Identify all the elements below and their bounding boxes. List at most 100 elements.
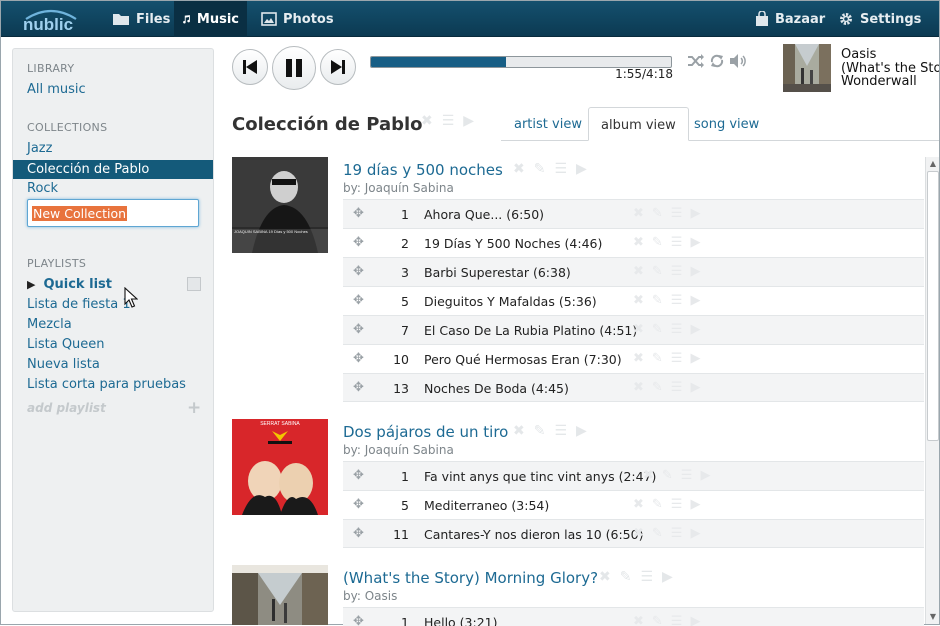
track-row[interactable]: ✥ 1 Hello (3:21) ✖✎☰▶ [343, 607, 924, 626]
collection-item-rock[interactable]: Rock [27, 181, 58, 196]
drag-handle-icon[interactable]: ✥ [353, 293, 364, 308]
track-number: 2 [401, 236, 409, 251]
nav-files-label: Files [136, 11, 171, 27]
track-number: 5 [401, 294, 409, 309]
progress-fill [371, 57, 506, 67]
nav-files[interactable]: Files [104, 1, 178, 37]
track-name[interactable]: Cantares-Y nos dieron las 10 (6:50) [424, 527, 643, 542]
add-playlist-plus-icon[interactable]: + [187, 398, 201, 418]
album-artist[interactable]: by: Oasis [343, 589, 397, 603]
playback-time: 1:55/4:18 [615, 67, 673, 81]
shuffle-icon[interactable] [687, 53, 705, 69]
track-name[interactable]: Noches De Boda (4:45) [424, 381, 569, 396]
skip-forward-icon [331, 60, 345, 74]
track-row[interactable]: ✥ 1 Ahora Que... (6:50) ✖✎☰▶ [343, 199, 924, 228]
drag-handle-icon[interactable]: ✥ [353, 526, 364, 541]
track-name[interactable]: Ahora Que... (6:50) [424, 207, 544, 222]
scroll-down-arrow-icon[interactable]: ▼ [928, 612, 938, 622]
vertical-scrollbar[interactable]: ▲ ▼ [925, 157, 939, 624]
track-row[interactable]: ✥ 5 Dieguitos Y Mafaldas (5:36) ✖✎☰▶ [343, 286, 924, 315]
track-name[interactable]: 19 Días Y 500 Noches (4:46) [424, 236, 602, 251]
drag-handle-icon[interactable]: ✥ [353, 264, 364, 279]
playlist-item[interactable]: Lista de fiesta 1 [27, 297, 131, 312]
track-row[interactable]: ✥ 1 Fa vint anys que tinc vint anys (2:4… [343, 461, 924, 490]
now-playing-song: Wonderwall [841, 74, 917, 89]
play-icon: ▶ [27, 278, 36, 291]
track-row[interactable]: ✥ 10 Pero Qué Hermosas Eran (7:30) ✖✎☰▶ [343, 344, 924, 373]
nublic-logo[interactable]: nublic [20, 5, 82, 33]
folder-icon [113, 14, 129, 25]
track-number: 1 [401, 207, 409, 222]
track-name[interactable]: Barbi Superestar (6:38) [424, 265, 571, 280]
nav-settings-label: Settings [860, 11, 922, 27]
tab-song-view[interactable]: song view [694, 117, 759, 132]
album-title[interactable]: 19 días y 500 noches [343, 161, 503, 179]
drag-handle-icon[interactable]: ✥ [353, 351, 364, 366]
track-row[interactable]: ✥ 2 19 Días Y 500 Noches (4:46) ✖✎☰▶ [343, 228, 924, 257]
tab-artist-view[interactable]: artist view [514, 117, 582, 132]
album-cover[interactable] [232, 565, 328, 625]
album-cover[interactable]: JOAQUIN SABINA 19 Días y 500 Noches [232, 157, 328, 253]
track-row[interactable]: ✥ 3 Barbi Superestar (6:38) ✖✎☰▶ [343, 257, 924, 286]
track-row[interactable]: ✥ 5 Mediterraneo (3:54) ✖✎☰▶ [343, 490, 924, 519]
nav-settings[interactable]: Settings [830, 1, 929, 37]
track-actions-icons: ✖✎☰▶ [633, 264, 709, 279]
track-name[interactable]: Dieguitos Y Mafaldas (5:36) [424, 294, 597, 309]
track-name[interactable]: Mediterraneo (3:54) [424, 498, 549, 513]
drag-handle-icon[interactable]: ✥ [353, 468, 364, 483]
collection-item-selected[interactable]: Colección de Pablo [13, 160, 213, 179]
track-number: 10 [393, 352, 409, 367]
scrollbar-thumb[interactable] [927, 171, 939, 441]
album-artist[interactable]: by: Joaquín Sabina [343, 181, 454, 195]
track-row[interactable]: ✥ 7 El Caso De La Rubia Platino (4:51) ✖… [343, 315, 924, 344]
repeat-icon[interactable] [709, 53, 725, 69]
playlists-header: PLAYLISTS [27, 257, 87, 270]
pause-button[interactable] [272, 46, 316, 90]
track-actions-icons: ✖✎☰▶ [633, 526, 709, 541]
track-actions-icons: ✖✎☰▶ [633, 235, 709, 250]
track-number: 5 [401, 498, 409, 513]
drag-handle-icon[interactable]: ✥ [353, 614, 364, 626]
track-name[interactable]: El Caso De La Rubia Platino (4:51) [424, 323, 637, 338]
scroll-up-arrow-icon[interactable]: ▲ [928, 159, 938, 169]
drag-handle-icon[interactable]: ✥ [353, 206, 364, 221]
sidebar-item-all-music[interactable]: All music [27, 82, 86, 97]
nav-bazaar[interactable]: Bazaar [747, 1, 833, 37]
drag-handle-icon[interactable]: ✥ [353, 235, 364, 250]
album-artist[interactable]: by: Joaquín Sabina [343, 443, 454, 457]
next-button[interactable] [320, 49, 356, 85]
playlist-item-quick-list[interactable]: ▶ Quick list [27, 277, 112, 292]
nav-photos[interactable]: Photos [253, 1, 342, 37]
volume-icon[interactable] [729, 53, 747, 69]
drag-handle-icon[interactable]: ✥ [353, 322, 364, 337]
gear-icon [840, 13, 852, 25]
album-cover-text: JOAQUIN SABINA 19 Días y 500 Noches [234, 229, 308, 234]
add-playlist-link[interactable]: add playlist [27, 401, 106, 415]
playlist-item[interactable]: Nueva lista [27, 357, 100, 372]
svg-text:nublic: nublic [23, 15, 73, 33]
collection-item-jazz[interactable]: Jazz [27, 141, 52, 156]
album-title[interactable]: (What's the Story) Morning Glory? [343, 569, 598, 587]
track-name[interactable]: Pero Qué Hermosas Eran (7:30) [424, 352, 622, 367]
drag-handle-icon[interactable]: ✥ [353, 497, 364, 512]
album-cover[interactable]: SERRAT SABINA [232, 419, 328, 515]
playlist-item[interactable]: Lista Queen [27, 337, 105, 352]
track-row[interactable]: ✥ 13 Noches De Boda (4:45) ✖✎☰▶ [343, 373, 924, 402]
track-number: 1 [401, 469, 409, 484]
previous-button[interactable] [232, 49, 268, 85]
album-title[interactable]: Dos pájaros de un tiro [343, 423, 508, 441]
track-row[interactable]: ✥ 11 Cantares-Y nos dieron las 10 (6:50)… [343, 519, 924, 548]
new-collection-input[interactable]: New Collection [27, 199, 199, 227]
drag-handle-icon[interactable]: ✥ [353, 380, 364, 395]
save-icon[interactable] [187, 277, 201, 291]
nav-music[interactable]: Music [174, 1, 247, 37]
track-actions-icons: ✖✎☰▶ [633, 380, 709, 395]
playlist-item[interactable]: Lista corta para pruebas [27, 377, 186, 392]
playlist-item[interactable]: Mezcla [27, 317, 72, 332]
track-actions-icons: ✖✎☰▶ [633, 614, 709, 626]
tab-album-view[interactable]: album view [588, 107, 689, 141]
track-name[interactable]: Fa vint anys que tinc vint anys (2:47) [424, 469, 656, 484]
track-name[interactable]: Hello (3:21) [424, 615, 497, 626]
library-header: LIBRARY [27, 62, 75, 75]
track-actions-icons: ✖✎☰▶ [643, 468, 719, 483]
